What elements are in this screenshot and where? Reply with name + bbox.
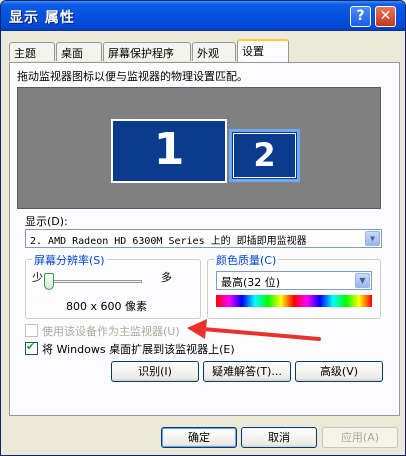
red-arrow-annotation <box>187 319 321 341</box>
tab-settings[interactable]: 设置 <box>237 39 289 62</box>
display-properties-window: 显示 属性 ? ✕ 主题 桌面 屏幕保护程序 外观 设置 拖动监视器图标以便与监… <box>0 0 406 456</box>
arrow-head <box>187 319 207 339</box>
arrow-shaft <box>201 327 321 341</box>
